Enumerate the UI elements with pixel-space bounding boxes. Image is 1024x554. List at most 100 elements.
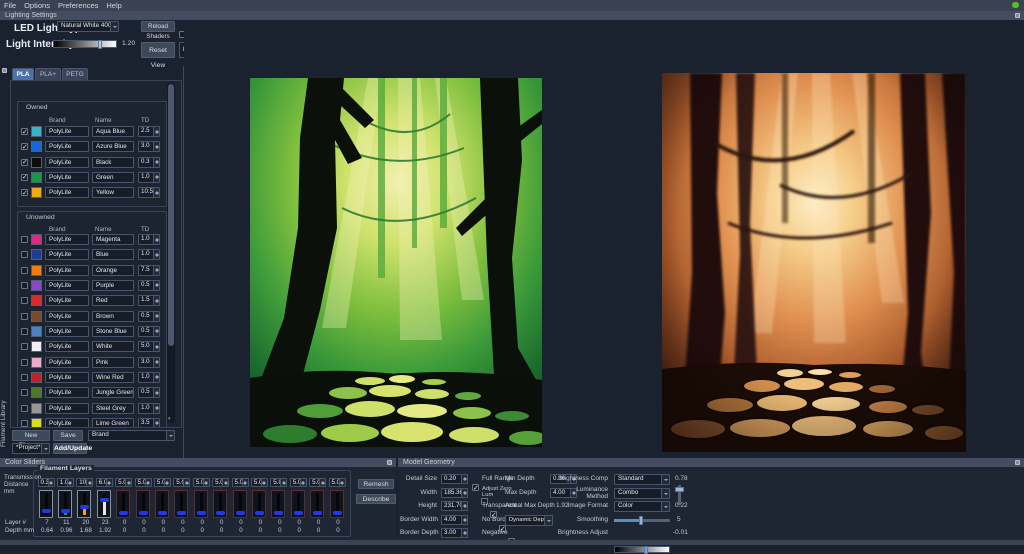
filament-name-field[interactable]: Pink [92, 356, 134, 368]
spinner-arrows-icon[interactable] [299, 479, 306, 486]
spinner-arrows-icon[interactable] [153, 311, 159, 321]
filament-color-swatch[interactable] [31, 341, 42, 353]
luminance-method-dropdown[interactable]: Combo [614, 488, 670, 499]
filament-td-spinner[interactable]: 10.5 [138, 187, 160, 199]
layer-height-slider[interactable] [271, 490, 286, 518]
filament-name-field[interactable]: Purple [92, 279, 134, 291]
layer-height-slider[interactable] [96, 490, 111, 518]
light-intensity-slider-handle[interactable] [98, 39, 103, 49]
filament-brand-field[interactable]: PolyLite [45, 402, 89, 414]
layer-height-slider[interactable] [38, 490, 53, 518]
spinner-arrows-icon[interactable] [338, 479, 345, 486]
brightness-comp-dropdown[interactable]: Standard [614, 474, 670, 485]
filament-color-swatch[interactable] [31, 279, 42, 291]
spinner-arrows-icon[interactable] [47, 479, 54, 486]
filament-brand-field[interactable]: PolyLite [45, 249, 89, 261]
spinner-arrows-icon[interactable] [153, 326, 159, 336]
filament-brand-field[interactable]: PolyLite [45, 234, 89, 245]
spinner-arrows-icon[interactable] [153, 157, 159, 167]
layer-slider-handle[interactable] [235, 511, 245, 515]
spinner-arrows-icon[interactable] [153, 250, 159, 260]
td-spinner[interactable]: 5.0 [153, 478, 171, 487]
spinner-arrows-icon[interactable] [153, 235, 159, 244]
spinner-arrows-icon[interactable] [153, 372, 159, 382]
filament-owned-checkbox[interactable] [21, 251, 28, 259]
filament-owned-checkbox[interactable] [21, 312, 28, 320]
filament-name-field[interactable]: Azure Blue [92, 141, 134, 153]
filament-color-swatch[interactable] [31, 264, 42, 276]
filament-name-field[interactable]: Brown [92, 310, 134, 322]
image-format-dropdown[interactable]: Color [614, 501, 670, 512]
filament-library-dock-title[interactable]: Filament Library [0, 390, 9, 458]
spinner-arrows-icon[interactable] [461, 529, 467, 537]
smoothing-slider-handle[interactable] [638, 516, 643, 525]
spinner-arrows-icon[interactable] [222, 479, 229, 486]
td-spinner[interactable]: 5.0 [115, 478, 133, 487]
save-button[interactable]: Save [53, 430, 83, 441]
filament-owned-checkbox[interactable] [21, 128, 28, 136]
filament-brand-field[interactable]: PolyLite [45, 417, 89, 427]
filament-color-swatch[interactable] [31, 417, 42, 427]
layer-height-slider[interactable] [116, 490, 131, 518]
preview-viewport[interactable] [184, 20, 1024, 458]
filament-td-spinner[interactable]: 5.0 [138, 341, 160, 353]
filament-color-swatch[interactable] [31, 325, 42, 337]
filament-brand-field[interactable]: PolyLite [45, 356, 89, 368]
td-spinner[interactable]: 5.0 [328, 478, 346, 487]
scrollbar-down-arrow-icon[interactable]: ▾ [168, 416, 171, 422]
filament-td-spinner[interactable]: 0.3 [138, 156, 160, 168]
layer-slider-handle[interactable] [332, 511, 342, 515]
full-range-checkbox[interactable] [472, 484, 479, 492]
filament-name-field[interactable]: Aqua Blue [92, 126, 134, 137]
filament-owned-checkbox[interactable] [21, 297, 28, 305]
filament-brand-field[interactable]: PolyLite [45, 126, 89, 137]
layer-slider-handle[interactable] [254, 511, 264, 515]
filament-name-field[interactable]: Green [92, 171, 134, 183]
filament-owned-checkbox[interactable] [21, 327, 28, 335]
filament-brand-field[interactable]: PolyLite [45, 387, 89, 399]
filament-name-field[interactable]: Jungle Green [92, 387, 134, 399]
filament-name-field[interactable]: Orange [92, 264, 134, 276]
td-spinner[interactable]: 5.0 [192, 478, 210, 487]
layer-slider-handle[interactable] [138, 511, 148, 515]
layer-height-slider[interactable] [154, 490, 169, 518]
layer-height-slider[interactable] [310, 490, 325, 518]
filament-name-field[interactable]: Yellow [92, 187, 134, 199]
float-panel-icon[interactable] [1015, 460, 1020, 465]
smoothing-slider[interactable] [614, 516, 670, 525]
layer-height-slider[interactable] [135, 490, 150, 518]
filament-name-field[interactable]: Lime Green [92, 417, 134, 427]
layer-slider-handle[interactable] [119, 511, 129, 515]
filament-brand-field[interactable]: PolyLite [45, 156, 89, 168]
float-panel-icon[interactable] [1015, 13, 1020, 18]
spinner-arrows-icon[interactable] [153, 142, 159, 152]
layer-slider-handle[interactable] [216, 511, 226, 515]
filament-owned-checkbox[interactable] [21, 236, 28, 243]
td-spinner[interactable]: 5.0 [212, 478, 230, 487]
spinner-arrows-icon[interactable] [280, 479, 287, 486]
filament-td-spinner[interactable]: 0.5 [138, 325, 160, 337]
spinner-arrows-icon[interactable] [105, 479, 112, 486]
remesh-button[interactable]: Remesh [358, 479, 394, 489]
filament-td-spinner[interactable]: 0.5 [138, 279, 160, 291]
spinner-arrows-icon[interactable] [153, 188, 159, 198]
spinner-arrows-icon[interactable] [260, 479, 267, 486]
reset-view-button[interactable]: Reset View [141, 42, 175, 69]
dynamic-depth-dropdown[interactable]: Dynamic Depth [505, 515, 553, 526]
filament-brand-field[interactable]: PolyLite [45, 341, 89, 353]
scrollbar-thumb[interactable] [168, 84, 174, 346]
brightness-adjust-slider-handle[interactable] [644, 545, 649, 554]
filament-td-spinner[interactable]: 1.0 [138, 171, 160, 183]
width-spinner[interactable]: 185.36 [441, 488, 468, 498]
filament-name-field[interactable]: Stone Blue [92, 325, 134, 337]
filament-owned-checkbox[interactable] [21, 158, 28, 166]
filament-owned-checkbox[interactable] [21, 343, 28, 351]
filament-name-field[interactable]: Blue [92, 249, 134, 261]
td-spinner[interactable]: 5.0 [173, 478, 191, 487]
td-spinner[interactable]: 5.0 [309, 478, 327, 487]
describe-button[interactable]: Describe [356, 494, 396, 504]
td-spinner[interactable]: 5.0 [270, 478, 288, 487]
filament-brand-field[interactable]: PolyLite [45, 371, 89, 383]
tab-pla[interactable]: PLA [12, 68, 34, 80]
filament-color-swatch[interactable] [31, 402, 42, 414]
